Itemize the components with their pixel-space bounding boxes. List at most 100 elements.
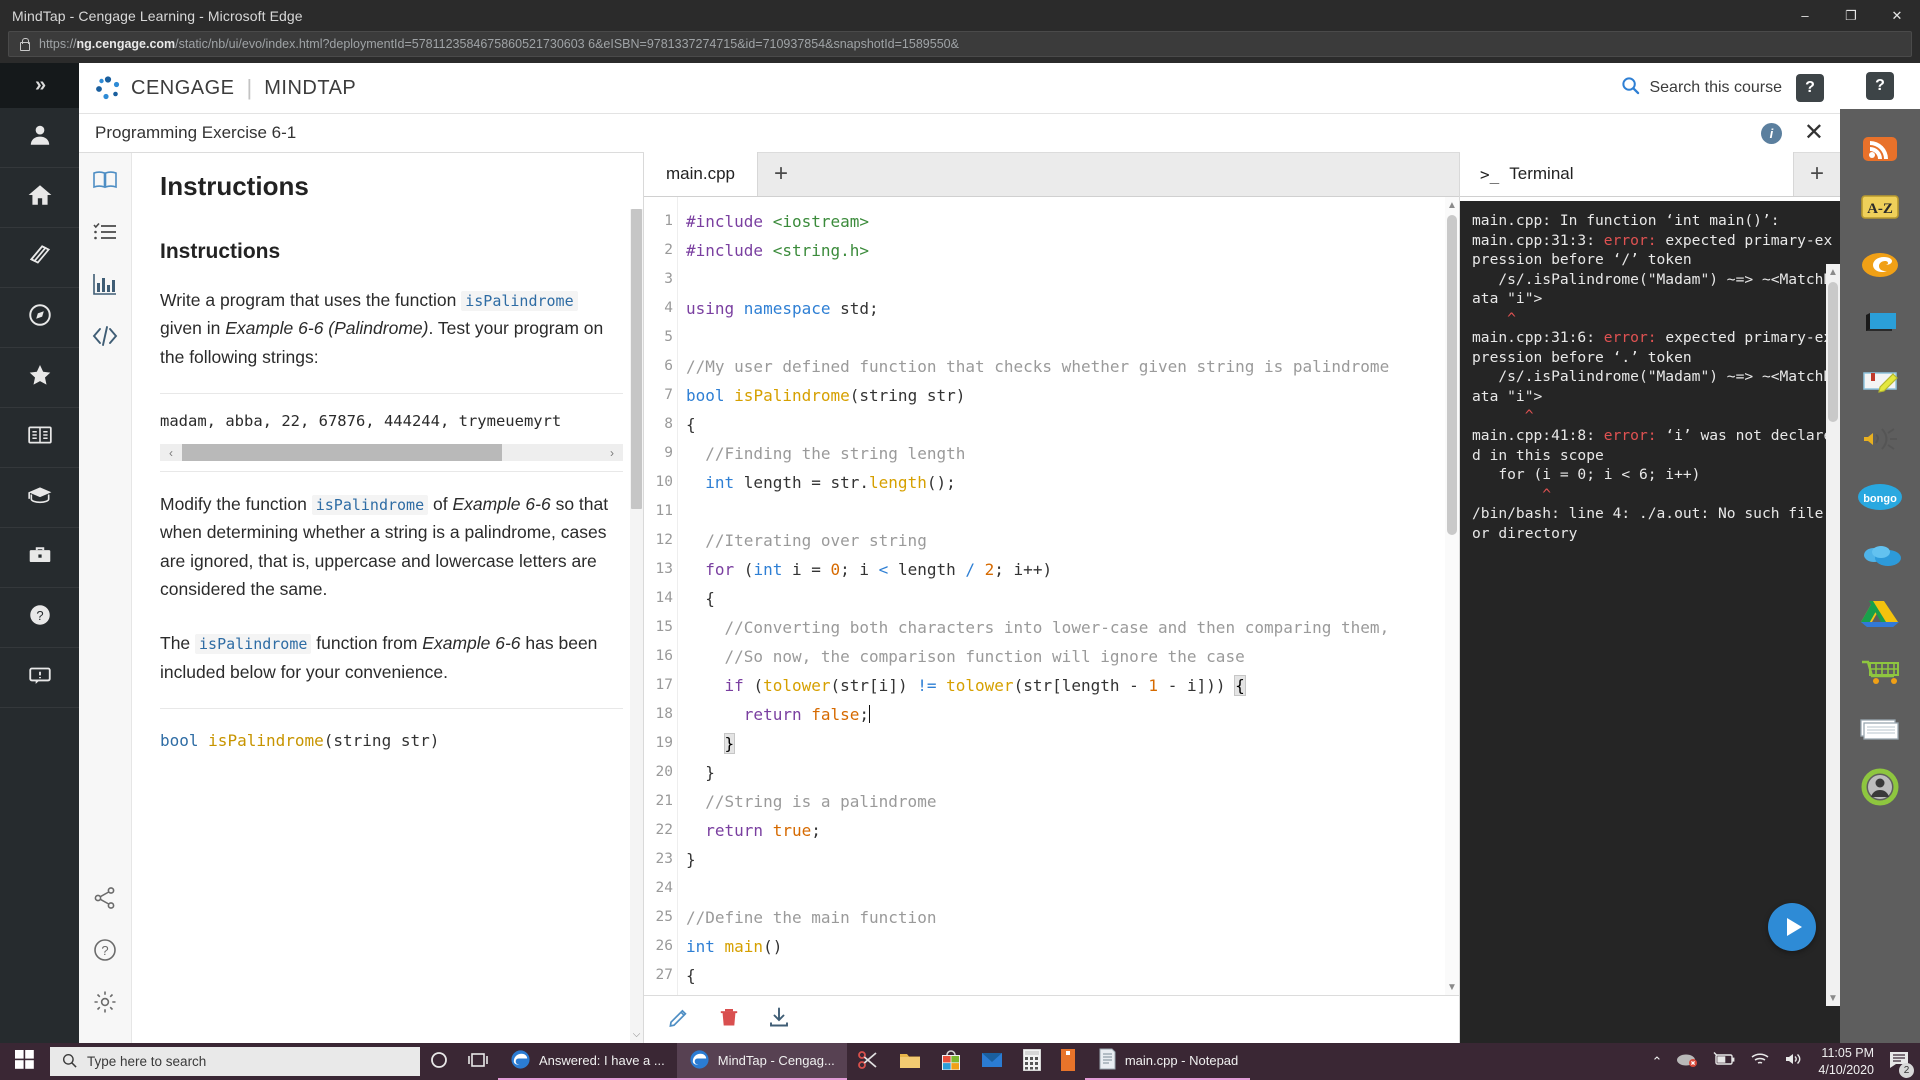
taskbar-item-snip-tool[interactable] bbox=[847, 1043, 889, 1080]
instructions-scroll-area[interactable]: Instructions Write a program that uses t… bbox=[132, 214, 643, 1043]
cengage-logo[interactable]: CENGAGE | MINDTAP bbox=[95, 75, 356, 101]
code-line[interactable] bbox=[686, 323, 1459, 352]
editor-scroll-down-arrow[interactable]: ▼ bbox=[1445, 979, 1459, 995]
instructions-vscroll-down-arrow[interactable]: ⌵ bbox=[630, 1025, 643, 1043]
code-line[interactable]: //Define the main function bbox=[686, 903, 1459, 932]
app-bongo[interactable]: bongo bbox=[1856, 475, 1904, 523]
wifi-icon[interactable] bbox=[1750, 1051, 1770, 1072]
code-line[interactable]: #include <iostream> bbox=[686, 207, 1459, 236]
tool-help-button[interactable]: ? bbox=[90, 937, 120, 967]
code-line[interactable]: //Finding the string length bbox=[686, 439, 1459, 468]
editor-vscroll-thumb[interactable] bbox=[1447, 215, 1457, 535]
close-activity-button[interactable]: ✕ bbox=[1804, 121, 1824, 145]
tool-checklist-button[interactable] bbox=[90, 219, 120, 249]
tray-chevron-icon[interactable]: ⌃ bbox=[1651, 1054, 1662, 1070]
taskbar-item-file-explorer[interactable] bbox=[889, 1043, 931, 1080]
instructions-vscroll-thumb[interactable] bbox=[631, 209, 642, 509]
code-line[interactable]: using namespace std; bbox=[686, 294, 1459, 323]
tab-terminal[interactable]: >_ Terminal bbox=[1460, 152, 1794, 196]
hscroll-right-arrow[interactable]: › bbox=[601, 446, 623, 460]
sidebar-item-course[interactable] bbox=[0, 228, 79, 288]
onedrive-tray-icon[interactable] bbox=[1676, 1051, 1698, 1072]
sidebar-item-help[interactable]: ? bbox=[0, 588, 79, 648]
url-input[interactable]: https://ng.cengage.com/static/nb/ui/evo/… bbox=[8, 31, 1912, 57]
close-button[interactable]: ✕ bbox=[1874, 0, 1920, 31]
notification-center-button[interactable]: 2 bbox=[1888, 1050, 1914, 1078]
editor-scroll-up-arrow[interactable]: ▲ bbox=[1445, 197, 1459, 213]
app-dictionary[interactable]: A-Z bbox=[1856, 185, 1904, 233]
minimize-button[interactable]: – bbox=[1782, 0, 1828, 31]
hscroll-thumb[interactable] bbox=[182, 444, 502, 462]
code-line[interactable] bbox=[686, 497, 1459, 526]
search-course-button[interactable]: Search this course bbox=[1621, 76, 1782, 100]
code-line[interactable]: { bbox=[686, 584, 1459, 613]
code-line[interactable]: //String is a palindrome bbox=[686, 787, 1459, 816]
editor-download-button[interactable] bbox=[766, 1007, 792, 1033]
volume-icon[interactable] bbox=[1784, 1051, 1804, 1072]
hscroll-left-arrow[interactable]: ‹ bbox=[160, 446, 182, 460]
code-text[interactable]: #include <iostream> #include <string.h> u… bbox=[678, 197, 1459, 995]
sidebar-item-profile[interactable] bbox=[0, 108, 79, 168]
code-line[interactable]: return true; bbox=[686, 816, 1459, 845]
terminal-scroll-down-arrow[interactable]: ▼ bbox=[1826, 990, 1840, 1006]
code-line[interactable] bbox=[686, 874, 1459, 903]
code-line[interactable]: return false; bbox=[686, 700, 1459, 729]
sidebar-item-explore[interactable] bbox=[0, 288, 79, 348]
tool-settings-button[interactable] bbox=[90, 989, 120, 1019]
code-line[interactable]: bool isPalindrome(string str) bbox=[686, 381, 1459, 410]
code-line[interactable]: //My user defined function that checks w… bbox=[686, 352, 1459, 381]
terminal-vscrollbar[interactable]: ▲ ▼ bbox=[1826, 264, 1840, 1006]
app-flashcards[interactable] bbox=[1856, 707, 1904, 755]
code-line[interactable]: //So now, the comparison function will i… bbox=[686, 642, 1459, 671]
app-browser[interactable] bbox=[1856, 243, 1904, 291]
sidebar-item-ebook[interactable] bbox=[0, 408, 79, 468]
code-line[interactable]: { bbox=[686, 961, 1459, 990]
editor-vscrollbar[interactable]: ▲ ▼ bbox=[1445, 197, 1459, 995]
run-code-button[interactable] bbox=[1768, 903, 1816, 951]
code-line[interactable]: int length = str.length(); bbox=[686, 468, 1459, 497]
editor-edit-button[interactable] bbox=[666, 1007, 692, 1033]
cortana-button[interactable] bbox=[420, 1043, 458, 1080]
taskbar-item-notepad[interactable]: main.cpp - Notepad bbox=[1084, 1043, 1251, 1080]
rail-expand-button[interactable]: » bbox=[0, 63, 79, 108]
app-cart[interactable] bbox=[1856, 649, 1904, 697]
terminal-scroll-up-arrow[interactable]: ▲ bbox=[1826, 264, 1840, 280]
info-icon[interactable]: i bbox=[1760, 122, 1782, 144]
battery-icon[interactable] bbox=[1712, 1051, 1736, 1072]
taskbar-item-edge-mindtap[interactable]: MindTap - Cengag... bbox=[676, 1043, 847, 1080]
app-account[interactable] bbox=[1856, 765, 1904, 813]
tool-stats-button[interactable] bbox=[90, 271, 120, 301]
code-line[interactable]: if (tolower(str[i]) != tolower(str[lengt… bbox=[686, 671, 1459, 700]
code-line[interactable]: int main() bbox=[686, 932, 1459, 961]
add-file-tab-button[interactable]: + bbox=[758, 152, 804, 196]
sidebar-item-toolbox[interactable] bbox=[0, 528, 79, 588]
taskbar-item-calculator[interactable] bbox=[1013, 1043, 1051, 1080]
taskbar-item-edge-answered[interactable]: Answered: I have a ... bbox=[498, 1043, 677, 1080]
code-line[interactable]: #include <string.h> bbox=[686, 236, 1459, 265]
code-line[interactable]: { bbox=[686, 410, 1459, 439]
tool-share-button[interactable] bbox=[90, 885, 120, 915]
search-input[interactable]: Type here to search bbox=[50, 1047, 420, 1076]
sample-strings-hscrollbar[interactable]: ‹ › bbox=[160, 444, 623, 462]
code-line[interactable]: } bbox=[686, 845, 1459, 874]
app-rss[interactable] bbox=[1856, 127, 1904, 175]
sidebar-item-favorites[interactable] bbox=[0, 348, 79, 408]
taskbar-item-store[interactable] bbox=[931, 1043, 971, 1080]
editor-delete-button[interactable] bbox=[716, 1007, 742, 1033]
sidebar-item-home[interactable] bbox=[0, 168, 79, 228]
tool-code-button[interactable] bbox=[90, 323, 120, 353]
maximize-button[interactable]: ❐ bbox=[1828, 0, 1874, 31]
app-onedrive[interactable] bbox=[1856, 533, 1904, 581]
code-line[interactable]: //Converting both characters into lower-… bbox=[686, 613, 1459, 642]
code-line[interactable]: //Iterating over string bbox=[686, 526, 1459, 555]
appbar-help-button[interactable]: ? bbox=[1866, 72, 1894, 100]
app-notes[interactable] bbox=[1856, 359, 1904, 407]
app-audio[interactable] bbox=[1856, 417, 1904, 465]
tab-main-cpp[interactable]: main.cpp bbox=[644, 152, 758, 196]
terminal-vscroll-thumb[interactable] bbox=[1828, 282, 1838, 422]
tool-instructions-button[interactable] bbox=[90, 167, 120, 197]
code-line[interactable]: for (int i = 0; i < length / 2; i++) bbox=[686, 555, 1459, 584]
taskbar-item-orange-app[interactable] bbox=[1051, 1043, 1085, 1080]
code-line[interactable]: } bbox=[686, 729, 1459, 758]
sidebar-item-feedback[interactable] bbox=[0, 648, 79, 708]
